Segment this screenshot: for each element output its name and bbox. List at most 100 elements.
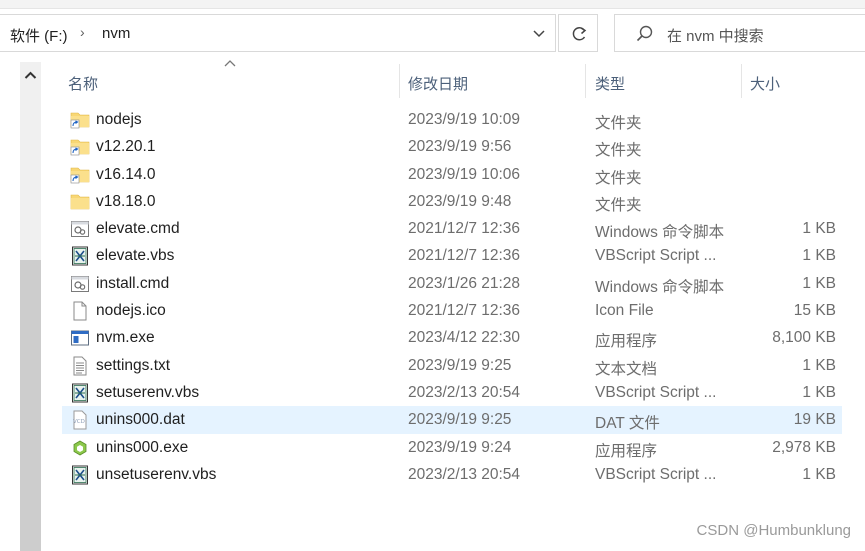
file-type: VBScript Script ... — [595, 383, 717, 401]
file-name: setuserenv.vbs — [96, 383, 200, 401]
breadcrumb-drive[interactable]: 软件 (F:) — [10, 25, 68, 46]
file-name: unsetuserenv.vbs — [96, 465, 217, 483]
file-name: v16.14.0 — [96, 165, 156, 183]
file-modified-date: 2023/2/13 20:54 — [408, 383, 521, 401]
file-modified-date: 2023/9/19 9:48 — [408, 192, 512, 210]
address-bar[interactable]: 软件 (F:) › nvm — [0, 14, 556, 52]
file-modified-date: 2023/2/13 20:54 — [408, 465, 521, 483]
file-name: elevate.cmd — [96, 220, 180, 238]
scroll-up-arrow-icon[interactable] — [20, 62, 41, 88]
file-row[interactable]: elevate.cmd 2021/12/7 12:36 Windows 命令脚本 1 … — [62, 215, 842, 242]
folder-shortcut-icon — [70, 137, 90, 157]
file-row[interactable]: elevate.vbs 2021/12/7 12:36 VBScript Scrip… — [62, 242, 842, 269]
file-modified-date: 2023/9/19 9:24 — [408, 438, 512, 456]
svg-text:VCD: VCD — [73, 419, 85, 425]
vbs-file-icon — [70, 383, 90, 403]
vbs-file-icon — [70, 246, 90, 266]
file-type: 应用程序 — [595, 333, 658, 351]
file-list: nodejs 2023/9/19 10:09 文件夹 v12.20.1 2023/9/1… — [62, 106, 842, 488]
breadcrumb-separator[interactable]: › — [80, 24, 85, 40]
file-name: nvm.exe — [96, 329, 155, 347]
file-size: 15 KB — [793, 302, 836, 320]
file-row[interactable]: VCD unins000.dat 2023/9/19 9:25 DAT 文件 19 KB — [62, 406, 842, 434]
file-type: VBScript Script ... — [595, 465, 717, 483]
file-type: DAT 文件 — [595, 415, 660, 433]
cmd-file-icon — [70, 219, 90, 239]
file-row[interactable]: v18.18.0 2023/9/19 9:48 文件夹 — [62, 188, 842, 215]
file-type: 文本文档 — [595, 360, 658, 378]
file-name: elevate.vbs — [96, 247, 175, 265]
search-box[interactable]: 在 nvm 中搜索 — [614, 14, 865, 52]
file-name: nodejs — [96, 111, 142, 128]
file-row[interactable]: v12.20.1 2023/9/19 9:56 文件夹 — [62, 133, 842, 160]
file-size: 1 KB — [802, 356, 836, 374]
file-name: install.cmd — [96, 274, 170, 292]
column-header-type[interactable]: 类型 — [586, 62, 741, 98]
breadcrumb-current-folder[interactable]: nvm — [102, 25, 130, 42]
file-size: 1 KB — [802, 383, 836, 401]
file-type: Windows 命令脚本 — [595, 224, 725, 242]
search-input[interactable]: 在 nvm 中搜索 — [667, 25, 764, 46]
text-file-icon — [70, 356, 90, 376]
file-name: unins000.dat — [96, 411, 185, 429]
dat-file-icon: VCD — [70, 410, 90, 430]
column-header-size[interactable]: 大小 — [742, 62, 842, 98]
file-type: 文件夹 — [595, 196, 642, 214]
file-row[interactable]: nodejs 2023/9/19 10:09 文件夹 — [62, 106, 842, 133]
column-header-modified[interactable]: 修改日期 — [400, 62, 585, 98]
file-row[interactable]: unsetuserenv.vbs 2023/2/13 20:54 VBScript … — [62, 461, 842, 488]
file-modified-date: 2023/1/26 21:28 — [408, 274, 521, 292]
file-name: settings.txt — [96, 356, 171, 374]
file-size: 19 KB — [793, 411, 836, 429]
file-row[interactable]: unins000.exe 2023/9/19 9:24 应用程序 2,978 KB — [62, 434, 842, 461]
file-modified-date: 2023/9/19 10:06 — [408, 165, 521, 183]
file-type: 文件夹 — [595, 169, 642, 187]
file-modified-date: 2023/9/19 10:09 — [408, 111, 521, 128]
file-row[interactable]: settings.txt 2023/9/19 9:25 文本文档 1 KB — [62, 352, 842, 379]
column-header-name[interactable]: 名称 — [62, 62, 398, 98]
file-type: 应用程序 — [595, 442, 658, 460]
refresh-button[interactable] — [558, 14, 598, 52]
search-icon — [636, 25, 653, 42]
watermark: CSDN @Humbunklung — [696, 522, 851, 539]
file-row[interactable]: nodejs.ico 2021/12/7 12:36 Icon File 15 KB — [62, 297, 842, 324]
file-size: 2,978 KB — [772, 438, 836, 456]
file-type: Windows 命令脚本 — [595, 278, 725, 296]
refresh-icon — [572, 27, 587, 41]
file-modified-date: 2023/4/12 22:30 — [408, 329, 521, 347]
file-size: 1 KB — [802, 465, 836, 483]
file-type: 文件夹 — [595, 142, 642, 160]
vertical-scrollbar[interactable] — [20, 62, 41, 551]
file-row[interactable]: install.cmd 2023/1/26 21:28 Windows 命令脚本 1 … — [62, 270, 842, 297]
file-modified-date: 2023/9/19 9:25 — [408, 356, 512, 374]
file-modified-date: 2021/12/7 12:36 — [408, 247, 521, 265]
chevron-down-icon[interactable] — [528, 23, 550, 43]
file-type: VBScript Script ... — [595, 247, 717, 265]
file-name: v18.18.0 — [96, 192, 156, 210]
file-modified-date: 2023/9/19 9:25 — [408, 411, 512, 429]
file-size: 1 KB — [802, 247, 836, 265]
exe-window-icon — [70, 328, 90, 348]
blank-file-icon — [70, 301, 90, 321]
file-modified-date: 2021/12/7 12:36 — [408, 220, 521, 238]
folder-shortcut-icon — [70, 165, 90, 185]
file-name: v12.20.1 — [96, 138, 156, 156]
file-modified-date: 2021/12/7 12:36 — [408, 302, 521, 320]
cmd-file-icon — [70, 274, 90, 294]
folder-icon — [70, 192, 90, 212]
folder-shortcut-icon — [70, 110, 90, 130]
file-size: 1 KB — [802, 220, 836, 238]
file-name: nodejs.ico — [96, 302, 166, 320]
file-type: Icon File — [595, 302, 654, 320]
file-row[interactable]: setuserenv.vbs 2023/2/13 20:54 VBScript Sc… — [62, 379, 842, 406]
scrollbar-thumb[interactable] — [20, 260, 41, 551]
file-name: unins000.exe — [96, 438, 189, 456]
file-modified-date: 2023/9/19 9:56 — [408, 138, 512, 156]
vbs-file-icon — [70, 465, 90, 485]
ribbon-edge — [0, 0, 865, 9]
file-row[interactable]: nvm.exe 2023/4/12 22:30 应用程序 8,100 KB — [62, 324, 842, 351]
uninstaller-icon — [70, 438, 90, 458]
file-size: 1 KB — [802, 274, 836, 292]
file-row[interactable]: v16.14.0 2023/9/19 10:06 文件夹 — [62, 161, 842, 188]
file-type: 文件夹 — [595, 115, 642, 132]
